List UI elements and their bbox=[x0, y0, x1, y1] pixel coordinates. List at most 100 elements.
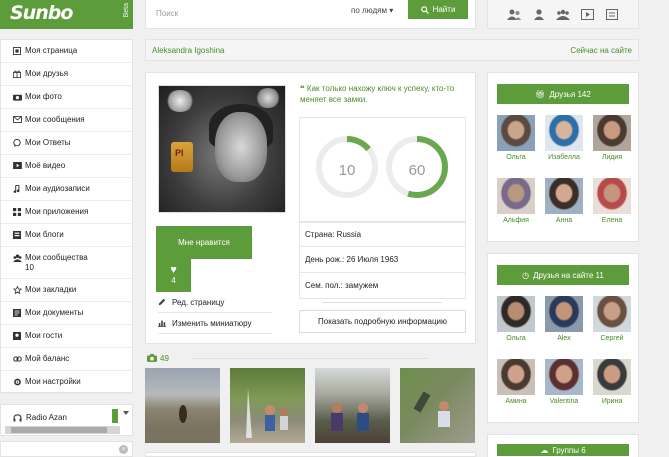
photos-count: 49 bbox=[160, 353, 169, 363]
friend-name[interactable]: Alex bbox=[545, 335, 583, 342]
headphones-icon bbox=[13, 413, 22, 422]
friend-item[interactable]: Альфия bbox=[497, 178, 535, 224]
sidebar-item[interactable]: Моя страница bbox=[1, 40, 132, 63]
friend-avatar[interactable] bbox=[497, 296, 535, 332]
site-logo[interactable]: Sunbo Beta bbox=[0, 0, 133, 29]
change-thumbnail-link[interactable]: Изменить миниатюру bbox=[158, 314, 251, 332]
friend-name[interactable]: Ольга bbox=[497, 335, 535, 342]
edit-page-link[interactable]: Ред. страницу bbox=[158, 293, 224, 311]
community-icon bbox=[13, 254, 25, 265]
friend-item[interactable]: Елена bbox=[593, 178, 631, 224]
divider bbox=[158, 333, 272, 334]
friend-item[interactable]: Изабелла bbox=[545, 115, 583, 161]
friend-avatar[interactable] bbox=[497, 359, 535, 395]
friend-item[interactable]: Valentina bbox=[545, 359, 583, 405]
friend-name[interactable]: Изабелла bbox=[545, 154, 583, 161]
friend-avatar[interactable] bbox=[497, 178, 535, 214]
divider bbox=[322, 302, 442, 303]
friend-name[interactable]: Елена bbox=[593, 217, 631, 224]
sidebar-item[interactable]: Мои гости bbox=[1, 325, 132, 348]
friends-online-button-label: Друзья на сайте 11 bbox=[533, 270, 604, 280]
sidebar-item-label: Мои фото bbox=[25, 92, 62, 101]
friend-name[interactable]: Амина bbox=[497, 398, 535, 405]
search-scope-dropdown[interactable]: по людям ▾ bbox=[351, 6, 393, 15]
radio-title-text: Radio Azan bbox=[26, 413, 67, 422]
sidebar-item[interactable]: Мои фото bbox=[1, 86, 132, 109]
sidebar-item[interactable]: Мои настройки bbox=[1, 371, 132, 394]
sidebar-item[interactable]: Мои друзья bbox=[1, 63, 132, 86]
sidebar-item[interactable]: Мои закладки bbox=[1, 279, 132, 302]
sidebar-item[interactable]: Мои приложения bbox=[1, 201, 132, 224]
like-count: 4 bbox=[171, 276, 176, 285]
sidebar-item-label: Мои сообщения bbox=[25, 115, 85, 124]
sidebar-item[interactable]: Мои блоги bbox=[1, 224, 132, 247]
close-icon[interactable]: × bbox=[119, 445, 128, 454]
friend-avatar[interactable] bbox=[593, 359, 631, 395]
friend-avatar[interactable] bbox=[593, 115, 631, 151]
search-button[interactable]: Найти bbox=[408, 0, 468, 19]
photo-thumbnail[interactable] bbox=[230, 368, 305, 443]
friends-button[interactable]: 🎁︎ Друзья 142 bbox=[497, 84, 629, 104]
sidebar-item[interactable]: Мои документы bbox=[1, 302, 132, 325]
friend-name[interactable]: Альфия bbox=[497, 217, 535, 224]
volume-bar[interactable] bbox=[112, 409, 118, 423]
show-details-button[interactable]: Показать подробную информацию bbox=[299, 310, 466, 333]
friend-item[interactable]: Лидия bbox=[593, 115, 631, 161]
groups-button[interactable]: ☁ Группы 6 bbox=[497, 444, 629, 456]
users-icon[interactable] bbox=[507, 8, 522, 20]
sidebar-item[interactable]: Мой баланс bbox=[1, 348, 132, 371]
document-icon bbox=[13, 309, 25, 320]
photo-thumbnail[interactable] bbox=[145, 368, 220, 443]
sidebar-item-label: Мои приложения bbox=[25, 207, 89, 216]
friend-name[interactable]: Ирина bbox=[593, 398, 631, 405]
sidebar-item[interactable]: Мои сообщения bbox=[1, 109, 132, 132]
player-scrollbar[interactable] bbox=[5, 426, 120, 434]
friend-item[interactable]: Анна bbox=[545, 178, 583, 224]
friend-name[interactable]: Лидия bbox=[593, 154, 631, 161]
friend-item[interactable]: Alex bbox=[545, 296, 583, 342]
photo-thumbnail[interactable] bbox=[400, 368, 475, 443]
friend-name[interactable]: Ольга bbox=[497, 154, 535, 161]
friend-name[interactable]: Сергей bbox=[593, 335, 631, 342]
friend-item[interactable]: Сергей bbox=[593, 296, 631, 342]
friend-item[interactable]: Амина bbox=[497, 359, 535, 405]
friend-item[interactable]: Ирина bbox=[593, 359, 631, 405]
profile-avatar[interactable]: PI bbox=[158, 85, 286, 213]
friend-avatar[interactable] bbox=[545, 359, 583, 395]
change-thumbnail-label: Изменить миниатюру bbox=[172, 318, 252, 328]
music-icon bbox=[13, 184, 25, 196]
friend-avatar[interactable] bbox=[545, 296, 583, 332]
photo-thumbnail[interactable] bbox=[315, 368, 390, 443]
video-icon[interactable] bbox=[580, 8, 594, 20]
sidebar-item[interactable]: Мои Ответы bbox=[1, 132, 132, 155]
sidebar-item[interactable]: Моё видео bbox=[1, 155, 132, 178]
communities-icon[interactable] bbox=[555, 8, 570, 20]
like-button[interactable]: Мне нравится bbox=[156, 226, 252, 259]
user-group-icon[interactable] bbox=[532, 8, 546, 20]
friend-avatar[interactable] bbox=[545, 115, 583, 151]
photos-count-link[interactable]: 49 bbox=[147, 354, 169, 363]
balance-icon bbox=[13, 355, 25, 366]
friend-avatar[interactable] bbox=[593, 178, 631, 214]
friend-avatar[interactable] bbox=[497, 115, 535, 151]
sidebar-search-box[interactable]: × bbox=[0, 441, 133, 457]
friend-name[interactable]: Valentina bbox=[545, 398, 583, 405]
friend-avatar[interactable] bbox=[593, 296, 631, 332]
sidebar-item[interactable]: Мои аудиозаписи bbox=[1, 178, 132, 201]
profile-user-name[interactable]: Aleksandra Igoshina bbox=[152, 46, 225, 55]
comment-icon bbox=[13, 138, 25, 150]
like-counter[interactable]: ♥ 4 bbox=[156, 259, 191, 292]
friends-online-button[interactable]: ◷ Друзья на сайте 11 bbox=[497, 265, 629, 285]
friend-name[interactable]: Анна bbox=[545, 217, 583, 224]
scrollbar-thumb[interactable] bbox=[11, 427, 107, 433]
friend-avatar[interactable] bbox=[545, 178, 583, 214]
sidebar-item[interactable]: Мои сообщества 10 bbox=[1, 247, 132, 279]
main-menu: Моя страница Мои друзья Мои фото Мои сообще… bbox=[0, 39, 133, 394]
news-icon[interactable] bbox=[605, 8, 619, 20]
search-input[interactable] bbox=[156, 6, 341, 20]
rating-rings: 10 60 bbox=[299, 117, 466, 223]
chevron-down-icon[interactable] bbox=[123, 411, 129, 415]
friend-item[interactable]: Ольга bbox=[497, 296, 535, 342]
radio-title[interactable]: Radio Azan bbox=[13, 413, 67, 422]
friend-item[interactable]: Ольга bbox=[497, 115, 535, 161]
